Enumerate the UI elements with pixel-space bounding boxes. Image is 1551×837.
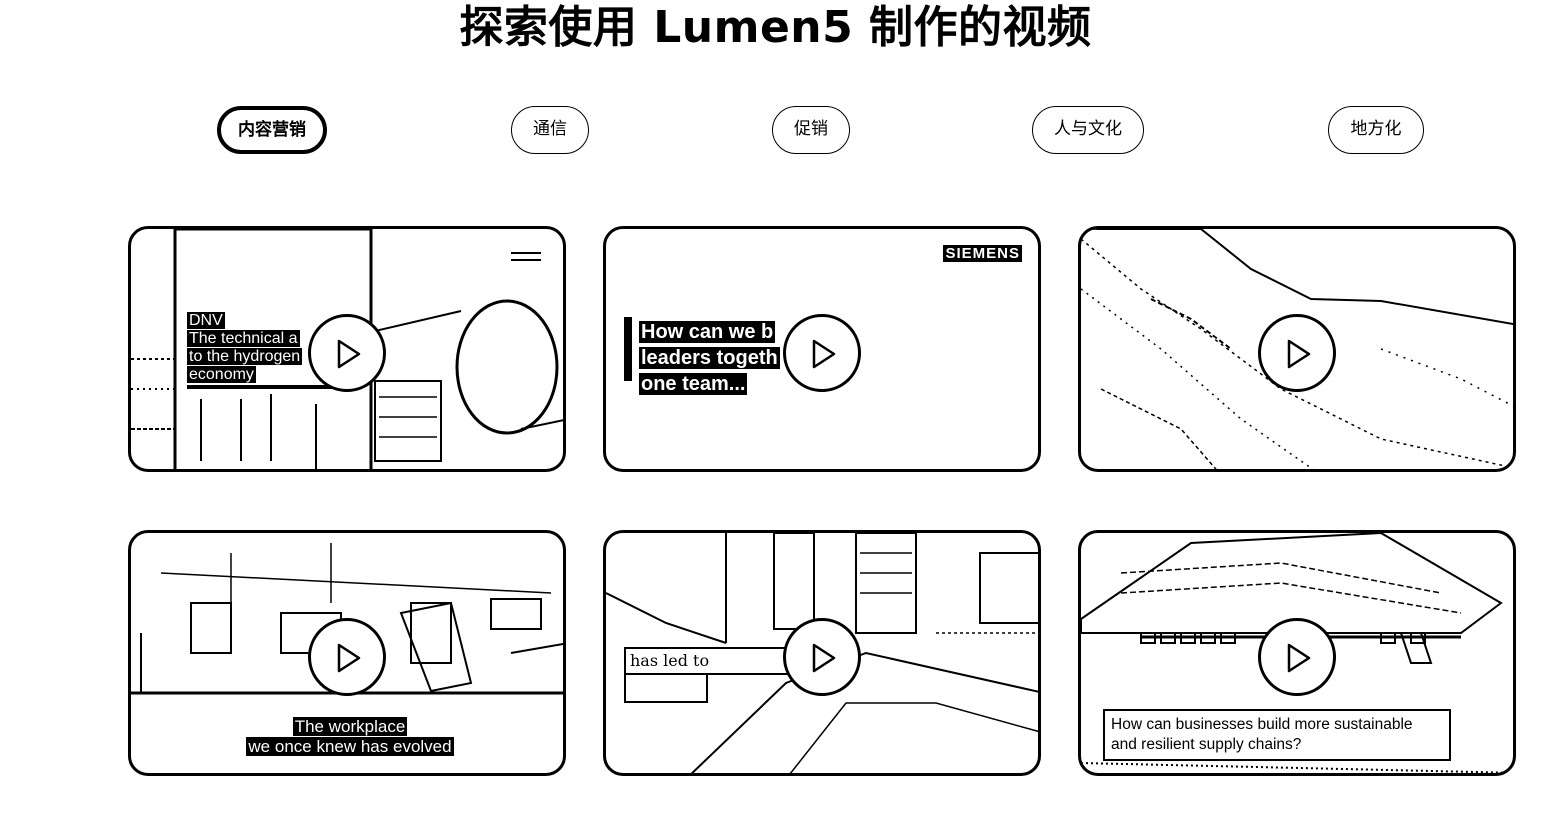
tab-promotions[interactable]: 促销 (772, 106, 850, 154)
brand-logo: SIEMENS (943, 245, 1022, 262)
play-icon (1287, 643, 1311, 673)
caption-box: How can businesses build more sustainabl… (1103, 709, 1451, 761)
caption-box-empty (624, 673, 708, 703)
play-button[interactable] (1258, 618, 1336, 696)
video-caption: The workplace we once knew has evolved (131, 717, 563, 757)
caption-line: The technical a (187, 330, 300, 347)
video-card-hillside[interactable] (1078, 226, 1516, 472)
caption-line: leaders togeth (639, 347, 780, 369)
video-card-city[interactable]: has led to (603, 530, 1041, 776)
caption-line: economy (187, 366, 256, 383)
video-card-workplace[interactable]: The workplace we once knew has evolved (128, 530, 566, 776)
caption-line: to the hydrogen (187, 348, 303, 365)
caption-line: one team... (639, 373, 748, 395)
caption-line: The workplace (292, 717, 408, 736)
tab-content-marketing[interactable]: 内容营销 (217, 106, 327, 154)
video-card-siemens[interactable]: SIEMENS How can we b leaders togeth one … (603, 226, 1041, 472)
play-icon (337, 339, 361, 369)
video-caption: How can we b leaders togeth one team... (639, 319, 780, 397)
caption-line: and resilient supply chains? (1111, 736, 1302, 753)
play-button[interactable] (308, 314, 386, 392)
play-button[interactable] (308, 618, 386, 696)
play-button[interactable] (1258, 314, 1336, 392)
play-button[interactable] (783, 314, 861, 392)
tab-localization[interactable]: 地方化 (1328, 106, 1424, 154)
play-icon (337, 643, 361, 673)
category-tabs: 内容营销 通信 促销 人与文化 地方化 (0, 106, 1551, 156)
brand-label: DNV (187, 312, 225, 329)
play-icon (1287, 339, 1311, 369)
tab-people-culture[interactable]: 人与文化 (1032, 106, 1144, 154)
video-card-supply-chain[interactable]: How can businesses build more sustainabl… (1078, 530, 1516, 776)
play-icon (812, 339, 836, 369)
accent-bar (624, 317, 632, 381)
play-button[interactable] (783, 618, 861, 696)
page-title: 探索使用 Lumen5 制作的视频 (459, 2, 1092, 53)
brand-label: SIEMENS (943, 245, 1022, 262)
caption-line: has led to (630, 651, 710, 670)
tab-communications[interactable]: 通信 (511, 106, 589, 154)
caption-line: How can we b (639, 321, 776, 343)
caption-line: we once knew has evolved (246, 737, 454, 756)
caption-line: How can businesses build more sustainabl… (1111, 716, 1413, 733)
video-card-dnv[interactable]: DNV The technical a to the hydrogen econ… (128, 226, 566, 472)
play-icon (812, 643, 836, 673)
